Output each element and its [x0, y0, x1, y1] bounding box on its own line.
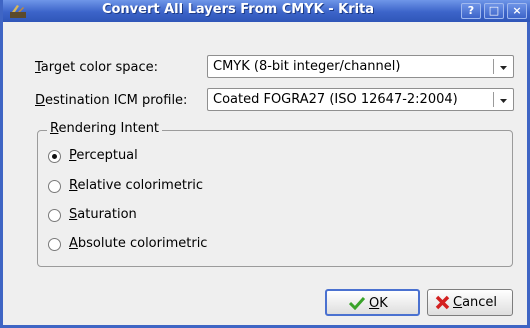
destination-profile-label: Destination ICM profile: [35, 93, 188, 108]
perceptual-label[interactable]: Perceptual [69, 148, 138, 163]
ok-button[interactable]: OK [325, 289, 420, 316]
target-color-space-value: CMYK (8-bit integer/channel) [213, 59, 401, 74]
relative-colorimetric-label[interactable]: Relative colorimetric [69, 178, 203, 193]
relative-colorimetric-radio[interactable] [48, 180, 61, 193]
maximize-icon: □ [488, 4, 500, 17]
checkmark-icon [349, 296, 365, 310]
saturation-label[interactable]: Saturation [69, 207, 137, 222]
cancel-x-icon [435, 295, 450, 310]
combo-separator [493, 59, 494, 74]
dialog-window: Convert All Layers From CMYK - Krita ? □… [0, 0, 530, 328]
dropdown-arrow-icon [500, 99, 507, 103]
cancel-label: Cancel [453, 295, 498, 310]
close-icon: × [512, 4, 522, 17]
perceptual-radio[interactable] [48, 150, 61, 163]
dropdown-arrow-icon [500, 66, 507, 70]
help-icon: ? [467, 4, 475, 17]
window-title: Convert All Layers From CMYK - Krita [101, 2, 375, 17]
ok-label: OK [369, 296, 388, 311]
title-bar[interactable]: Convert All Layers From CMYK - Krita ? □… [3, 0, 530, 22]
help-title-button[interactable]: ? [461, 3, 481, 19]
absolute-colorimetric-label[interactable]: Absolute colorimetric [69, 236, 207, 251]
maximize-title-button[interactable]: □ [484, 3, 504, 19]
cancel-button[interactable]: Cancel [427, 289, 513, 316]
absolute-colorimetric-radio[interactable] [48, 238, 61, 251]
destination-profile-select[interactable]: Coated FOGRA27 (ISO 12647-2:2004) [207, 88, 514, 111]
destination-profile-value: Coated FOGRA27 (ISO 12647-2:2004) [213, 92, 458, 107]
combo-separator [493, 92, 494, 107]
saturation-radio[interactable] [48, 209, 61, 222]
target-color-space-select[interactable]: CMYK (8-bit integer/channel) [207, 55, 514, 78]
rendering-intent-title: Rendering Intent [47, 121, 163, 136]
target-color-space-label: Target color space: [35, 60, 159, 75]
close-title-button[interactable]: × [507, 3, 527, 19]
